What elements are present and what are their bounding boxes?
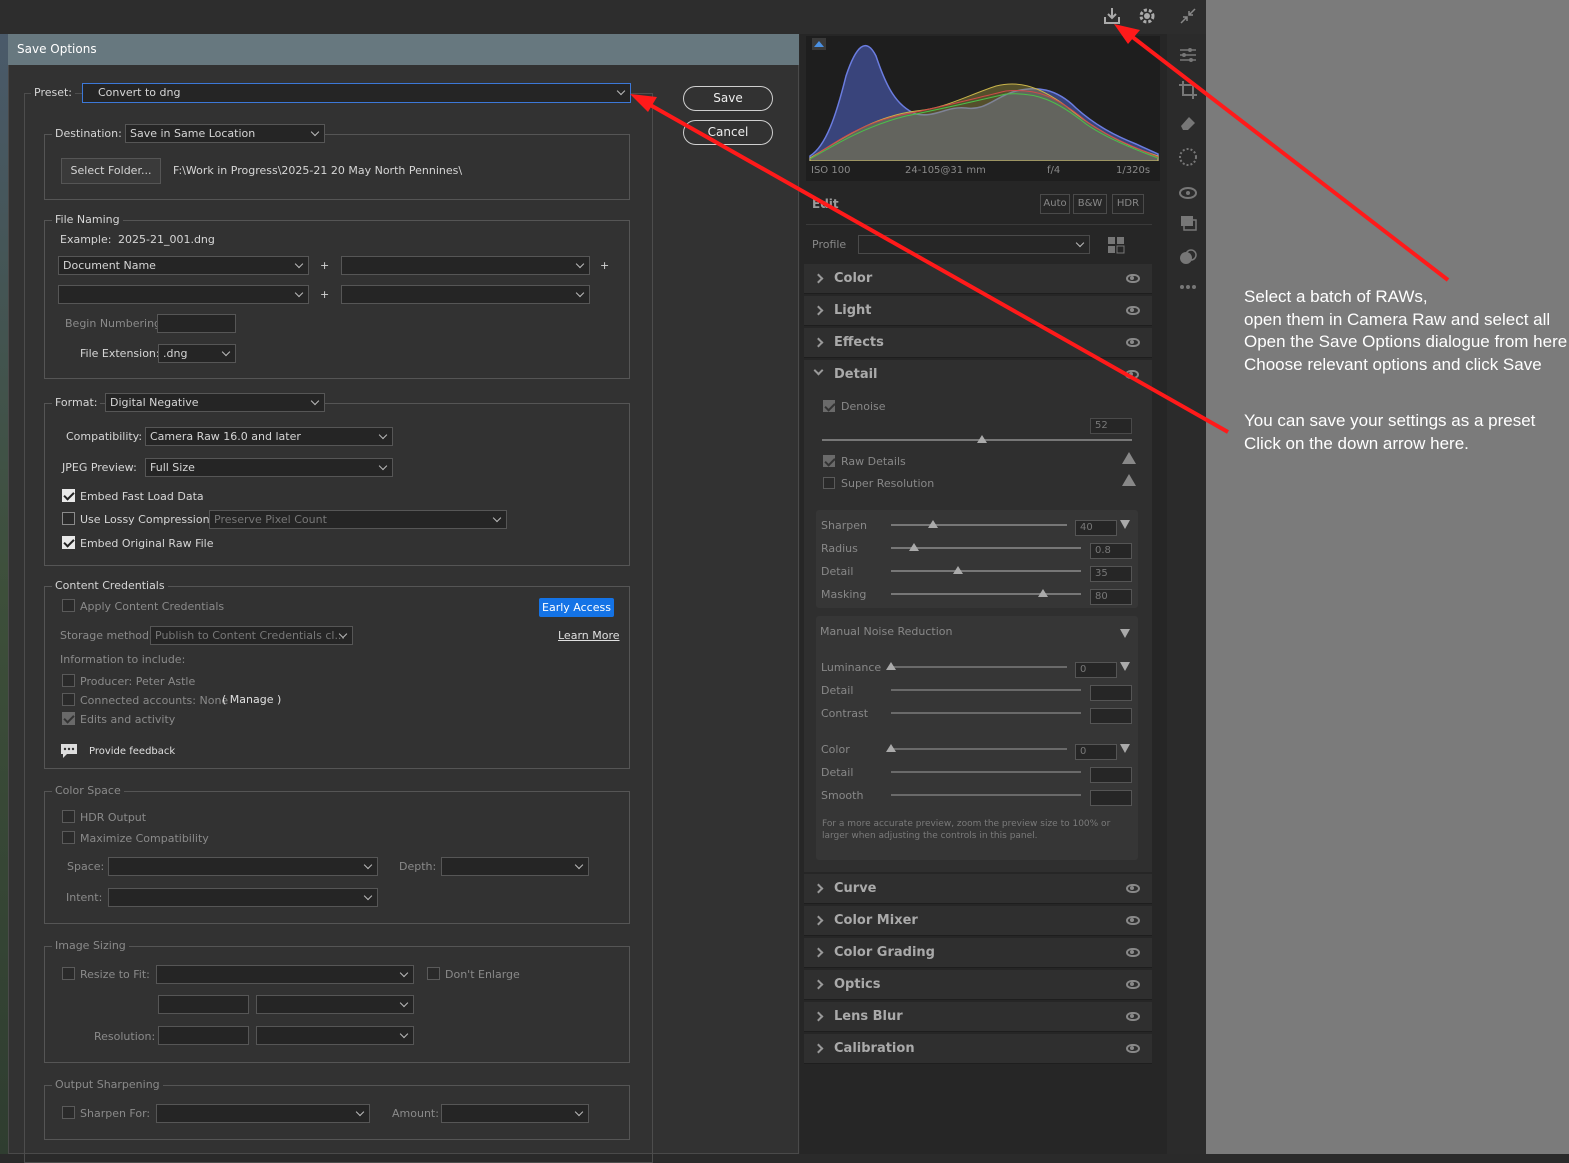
- annotation-instructions: Select a batch of RAWs, open them in Came…: [1244, 286, 1567, 376]
- annotation-line: Select a batch of RAWs,: [1244, 287, 1428, 306]
- annotation-line: Click on the down arrow here.: [1244, 433, 1469, 453]
- annotation-line: Open the Save Options dialogue from here: [1244, 332, 1568, 351]
- arrow-to-preset-dropdown: [630, 94, 1229, 434]
- arrow-to-save-icon: [1114, 24, 1450, 282]
- annotation-line: open them in Camera Raw and select all: [1244, 309, 1551, 329]
- annotation-preset-tip: You can save your settings as a preset Cl…: [1244, 410, 1535, 455]
- annotation-arrows: [630, 24, 1450, 434]
- annotation-line: Choose relevant options and click Save: [1244, 354, 1542, 374]
- annotation-line: You can save your settings as a preset: [1244, 411, 1536, 430]
